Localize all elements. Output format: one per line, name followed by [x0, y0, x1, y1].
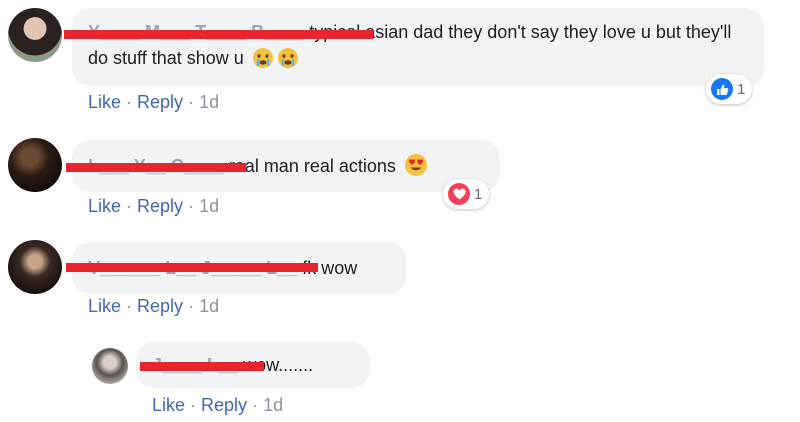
comment-actions: Like · Reply · 1d — [88, 92, 220, 112]
reaction-summary[interactable]: 1 — [443, 179, 490, 209]
timestamp[interactable]: 1d — [199, 296, 219, 316]
comment-actions: Like · Reply · 1d — [88, 296, 220, 316]
redaction-bar — [66, 163, 246, 172]
reply-link[interactable]: Reply — [201, 395, 247, 415]
redaction-bar — [66, 263, 318, 272]
reaction-count: 1 — [474, 185, 483, 203]
like-link[interactable]: Like — [88, 196, 121, 216]
love-reaction-icon — [448, 183, 470, 205]
timestamp[interactable]: 1d — [199, 92, 219, 112]
heart-eyes-icon — [404, 153, 428, 184]
comment-bubble: Y____ M___ T____ B____ typical asian dad… — [72, 8, 764, 86]
like-link[interactable]: Like — [88, 92, 121, 112]
avatar[interactable] — [8, 138, 62, 192]
reply-link[interactable]: Reply — [137, 296, 183, 316]
comment-text: real man real actions — [228, 156, 396, 176]
crying-face-icon — [277, 47, 299, 76]
comment-actions: Like · Reply · 1d — [88, 196, 220, 216]
like-link[interactable]: Like — [88, 296, 121, 316]
timestamp[interactable]: 1d — [263, 395, 283, 415]
reaction-summary[interactable]: 1 — [706, 74, 753, 104]
redaction-bar — [140, 362, 264, 371]
reply-link[interactable]: Reply — [137, 196, 183, 216]
comment-actions: Like · Reply · 1d — [152, 395, 284, 415]
avatar[interactable] — [8, 240, 62, 294]
reply-link[interactable]: Reply — [137, 92, 183, 112]
like-reaction-icon — [711, 78, 733, 100]
avatar[interactable] — [8, 8, 62, 62]
reaction-count: 1 — [737, 80, 746, 98]
timestamp[interactable]: 1d — [199, 196, 219, 216]
redaction-bar — [64, 30, 373, 39]
avatar[interactable] — [92, 348, 128, 384]
crying-face-icon — [252, 47, 274, 76]
like-link[interactable]: Like — [152, 395, 185, 415]
